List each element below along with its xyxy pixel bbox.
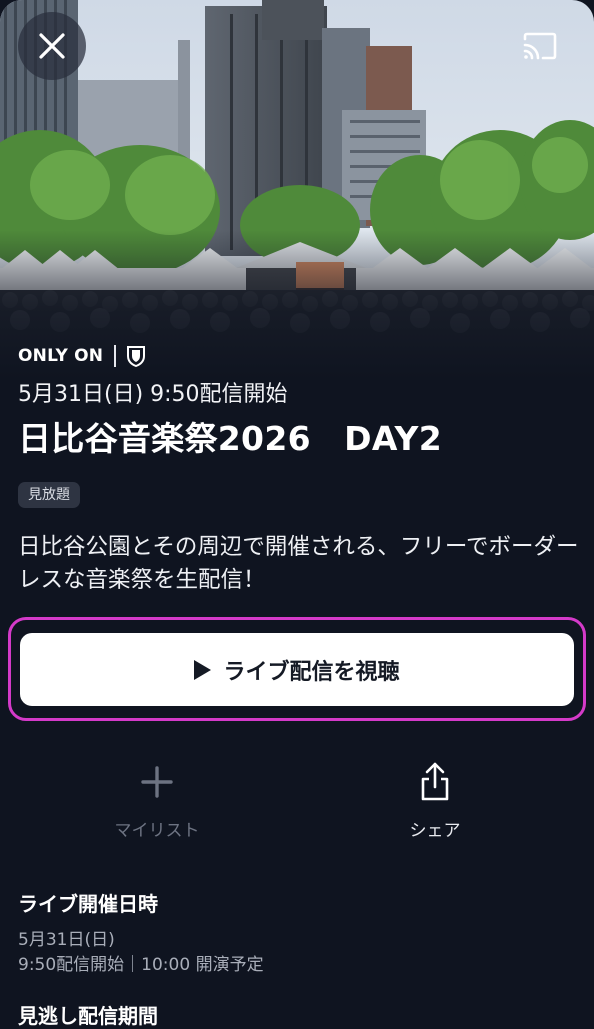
unlimited-tag: 見放題	[18, 482, 80, 508]
mylist-button[interactable]: マイリスト	[67, 760, 247, 841]
live-info-heading: ライブ開催日時	[18, 892, 158, 916]
live-date: 5月31日(日)	[18, 930, 115, 950]
cast-button[interactable]	[516, 22, 564, 70]
watch-live-label: ライブ配信を視聴	[223, 659, 400, 685]
only-on-badge: ONLY ON	[18, 343, 146, 369]
mylist-label: マイリスト	[114, 821, 200, 841]
catchup-period-heading: 見逃し配信期間	[18, 1004, 158, 1028]
shield-icon	[126, 345, 146, 367]
badge-divider	[114, 345, 116, 367]
broadcast-date: 5月31日(日) 9:50配信開始	[18, 382, 288, 407]
cast-icon	[523, 32, 557, 60]
program-description: 日比谷公園とその周辺で開催される、フリーでボーダーレスな音楽祭を生配信！	[18, 534, 579, 593]
hero-image	[0, 0, 594, 380]
play-icon	[194, 659, 212, 680]
close-button[interactable]	[18, 12, 86, 80]
only-on-label: ONLY ON	[18, 346, 104, 366]
share-label: シェア	[409, 821, 461, 841]
watch-live-button[interactable]: ライブ配信を視聴	[20, 633, 574, 706]
live-schedule: 9:50配信開始｜10:00 開演予定	[18, 955, 264, 975]
share-icon	[415, 760, 455, 804]
share-button[interactable]: シェア	[345, 760, 525, 841]
close-icon	[39, 33, 65, 59]
plus-icon	[137, 760, 177, 804]
program-title: 日比谷音楽祭2026 DAY2	[18, 419, 442, 458]
